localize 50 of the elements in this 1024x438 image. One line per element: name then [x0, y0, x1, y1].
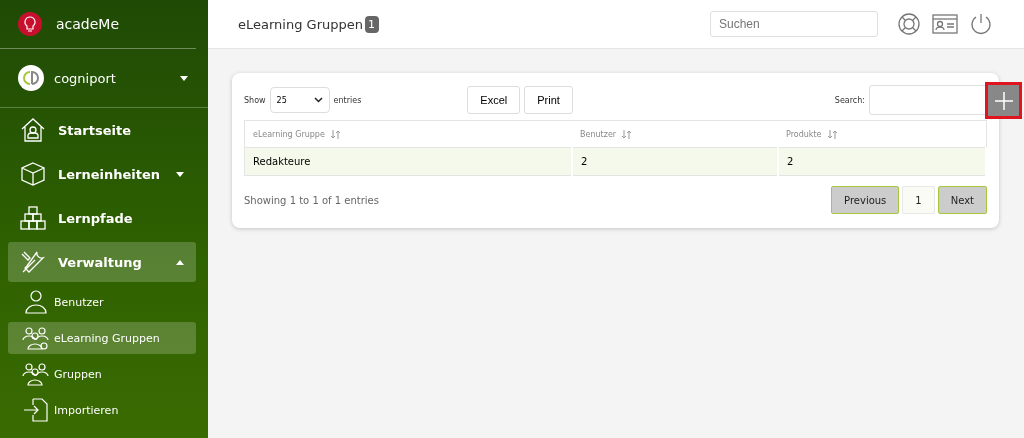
import-icon	[22, 397, 50, 423]
pagination-button[interactable]: 1	[902, 186, 935, 214]
nav-item[interactable]: Lerneinheiten	[8, 154, 196, 194]
chevron-down-icon	[313, 97, 323, 103]
caret-icon	[180, 75, 188, 81]
show-label: Show	[244, 95, 266, 105]
power-icon[interactable]	[970, 13, 992, 35]
add-button[interactable]	[985, 82, 1022, 119]
people-gear-icon	[22, 325, 50, 351]
lightbulb-logo-icon	[18, 12, 42, 36]
column-header[interactable]: eLearning Gruppe	[244, 120, 572, 148]
search-label: Search:	[834, 95, 865, 105]
house-icon	[20, 117, 46, 143]
pagination-button[interactable]: Previous	[831, 186, 900, 214]
cube-icon	[20, 161, 46, 187]
avatar-icon	[18, 65, 44, 91]
column-header[interactable]: Benutzer	[572, 120, 778, 148]
count-badge: 1	[364, 15, 379, 33]
people-icon	[22, 361, 50, 387]
entries-label: entries	[333, 95, 362, 105]
pagination-button[interactable]: Next	[937, 186, 987, 214]
table-cell: Redakteure	[244, 147, 572, 176]
page-title: eLearning Gruppen	[238, 16, 363, 32]
blocks-icon	[20, 205, 46, 231]
brand-name: acadeMe	[56, 16, 120, 32]
nav-subitem[interactable]: Gruppen	[8, 358, 196, 390]
search-field[interactable]: Suchen	[710, 11, 878, 37]
export-button[interactable]: Print	[524, 86, 573, 114]
nav-subitem[interactable]: Benutzer	[8, 286, 196, 318]
export-button[interactable]: Excel	[467, 86, 521, 114]
person-icon	[22, 289, 50, 315]
nav-subitem[interactable]: Importieren	[8, 394, 196, 426]
table-search-field[interactable]	[869, 85, 987, 115]
sort-icon	[826, 129, 838, 139]
sort-icon	[621, 129, 633, 139]
entries-dropdown[interactable]: 25	[269, 87, 330, 113]
nav-subitem[interactable]: eLearning Gruppen	[8, 322, 196, 354]
plus-icon	[994, 91, 1013, 110]
nav-item[interactable]: Startseite	[8, 110, 196, 150]
table-cell: 2	[572, 147, 778, 176]
account-switcher[interactable]: cogniport	[0, 49, 208, 108]
nav-item[interactable]: Verwaltung	[8, 242, 196, 282]
column-header[interactable]: Produkte	[778, 120, 986, 148]
table-cell: 2	[778, 147, 986, 176]
nav-item[interactable]: Lernpfade	[8, 198, 196, 238]
id-card-icon[interactable]	[932, 14, 958, 34]
lifebuoy-icon[interactable]	[898, 13, 920, 35]
table-info: Showing 1 to 1 of 1 entries	[244, 194, 380, 206]
sort-icon	[329, 129, 341, 139]
tools-icon	[20, 249, 46, 275]
